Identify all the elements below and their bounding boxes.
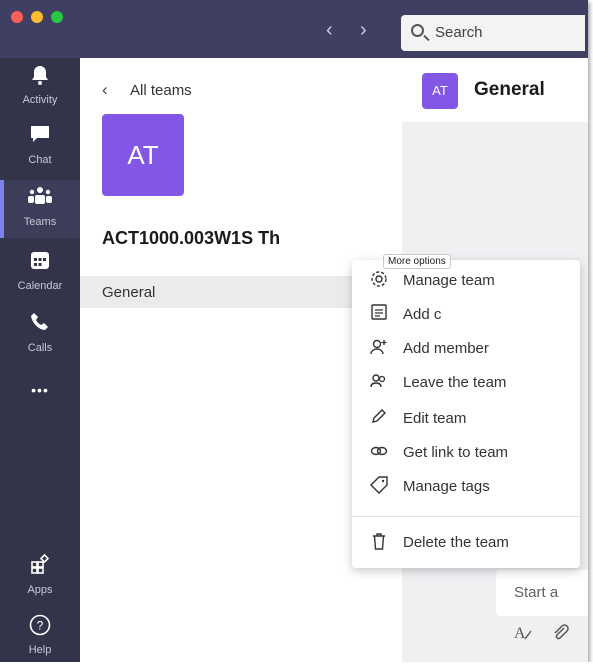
rail-label-activity: Activity (22, 94, 58, 106)
rail-item-apps[interactable]: Apps (0, 548, 80, 606)
menu-label: Add member (403, 340, 489, 357)
menu-label: Delete the team (403, 534, 509, 551)
add-member-icon (368, 338, 390, 360)
help-icon: ? (28, 614, 52, 638)
rail-label-chat: Chat (28, 154, 52, 166)
menu-divider (352, 516, 580, 517)
link-icon (368, 442, 390, 464)
teams-window: ‹ › Search Activity Chat Teams Calendar … (0, 0, 588, 662)
menu-label: Manage tags (403, 478, 490, 495)
search-icon (411, 24, 424, 37)
channel-header: AT General (402, 58, 588, 122)
menu-item-get-link[interactable]: Get link to team (352, 436, 580, 470)
phone-icon (28, 312, 52, 336)
rail-item-calls[interactable]: Calls (0, 306, 80, 364)
team-avatar: AT (102, 114, 184, 196)
team-header: ‹ All teams AT ACT1000.003W1S Th (80, 58, 402, 258)
menu-item-edit-team[interactable]: Edit team (352, 402, 580, 436)
svg-text:A: A (514, 625, 526, 642)
menu-item-leave-team[interactable]: Leave the team (352, 366, 580, 400)
compose-placeholder: Start a (514, 584, 559, 601)
minimize-window-button[interactable] (31, 11, 43, 23)
team-options-menu: Manage team Add c Add member Leave the t… (352, 260, 580, 568)
channel-team-avatar: AT (422, 73, 458, 109)
close-window-button[interactable] (11, 11, 23, 23)
rail-item-teams[interactable]: Teams (0, 180, 80, 238)
svg-text:?: ? (37, 619, 44, 633)
bottom-edge (0, 662, 593, 666)
teams-icon (28, 186, 52, 210)
tag-icon (368, 476, 390, 498)
menu-item-add-member[interactable]: Add member (352, 332, 580, 366)
rail-item-more[interactable]: ••• (0, 372, 80, 412)
menu-label: Manage team (403, 272, 495, 289)
gear-icon (368, 270, 390, 292)
menu-item-manage-team[interactable]: Manage team (352, 264, 580, 298)
back-chevron-icon[interactable]: ‹ (102, 80, 108, 100)
title-bar: ‹ › Search (0, 0, 588, 58)
rail-label-apps: Apps (27, 584, 53, 596)
calendar-icon (28, 250, 52, 274)
all-teams-link[interactable]: All teams (130, 82, 192, 99)
rail-item-help[interactable]: ? Help (0, 608, 80, 662)
menu-item-manage-tags[interactable]: Manage tags (352, 470, 580, 504)
menu-label: Edit team (403, 410, 467, 427)
back-arrow-icon[interactable]: ‹ (326, 20, 333, 40)
search-box[interactable]: Search (401, 15, 585, 51)
menu-label: Add c (403, 306, 442, 323)
rail-label-calls: Calls (27, 342, 53, 354)
pencil-icon (368, 408, 390, 430)
menu-label: Leave the team (403, 374, 507, 391)
team-name: ACT1000.003W1S Th (102, 228, 281, 248)
add-channel-icon (368, 304, 390, 326)
forward-arrow-icon[interactable]: › (360, 20, 367, 40)
more-options-tooltip: More options (383, 254, 451, 269)
menu-label: Get link to team (403, 444, 509, 461)
rail-item-activity[interactable]: Activity (0, 58, 80, 116)
leave-icon (368, 372, 390, 394)
channel-label: General (102, 284, 156, 301)
compose-box[interactable]: Start a (496, 570, 588, 616)
apps-icon (28, 553, 52, 578)
rail-label-help: Help (28, 644, 52, 656)
bell-icon (28, 64, 52, 88)
menu-item-delete-team[interactable]: Delete the team (352, 526, 580, 560)
rail-item-chat[interactable]: Chat (0, 118, 80, 176)
rail-item-calendar[interactable]: Calendar (0, 244, 80, 302)
maximize-window-button[interactable] (51, 11, 63, 23)
more-icon: ••• (31, 382, 49, 398)
rail-label-teams: Teams (23, 216, 57, 228)
rail-label-calendar: Calendar (17, 280, 63, 292)
chat-icon (28, 124, 52, 148)
channel-title: General (474, 79, 545, 100)
attach-icon[interactable] (552, 624, 570, 647)
search-placeholder: Search (435, 24, 483, 41)
trash-icon (368, 532, 390, 554)
menu-item-add-channel[interactable]: Add c (352, 298, 580, 332)
app-bar: Activity Chat Teams Calendar Calls ••• A… (0, 58, 80, 662)
format-icon[interactable]: A (514, 624, 534, 647)
